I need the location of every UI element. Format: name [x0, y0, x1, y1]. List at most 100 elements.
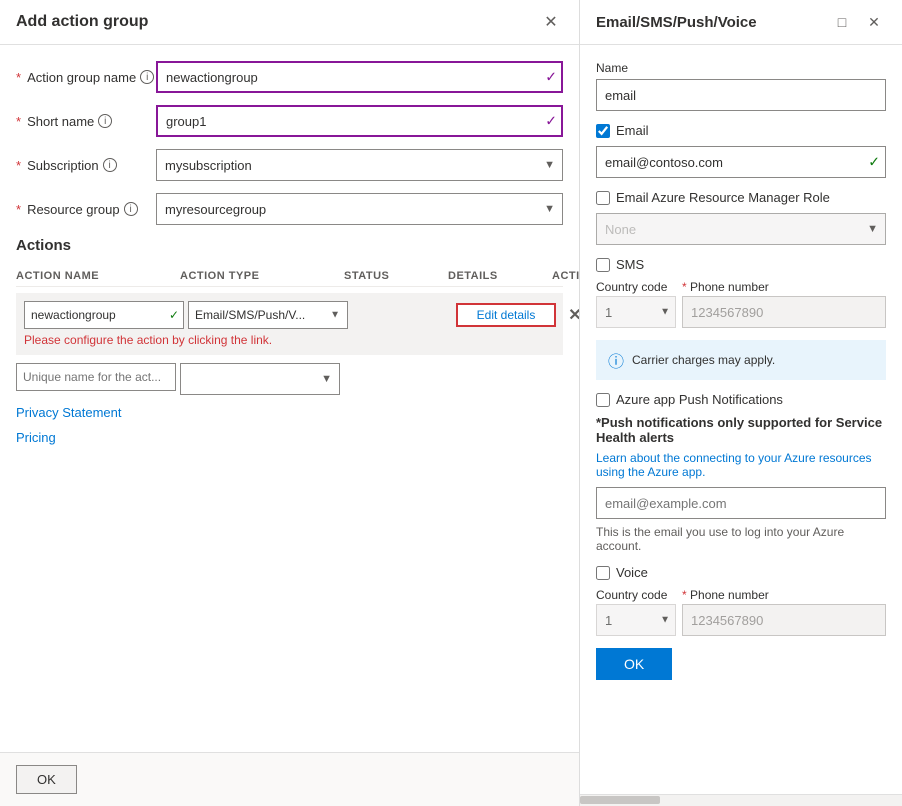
action-group-name-check-icon: ✓	[545, 69, 557, 86]
resource-group-label: * Resource group i	[16, 202, 156, 217]
email-azure-role-select[interactable]: None	[596, 213, 886, 245]
push-note-small: This is the email you use to log into yo…	[596, 525, 886, 553]
action-group-name-info-icon[interactable]: i	[140, 70, 154, 84]
right-ok-button[interactable]: OK	[596, 648, 672, 680]
email-azure-role-checkbox-row: Email Azure Resource Manager Role	[596, 190, 886, 205]
short-name-input-wrapper: ✓	[156, 105, 563, 137]
col-details: DETAILS	[448, 270, 548, 282]
left-panel-bottom-bar: OK	[0, 752, 579, 806]
action-type-field: Email/SMS/Push/V... ▼	[188, 301, 348, 329]
action-name-check-icon: ✓	[169, 308, 179, 322]
sms-phone-input[interactable]	[682, 296, 886, 328]
voice-checkbox-label: Voice	[616, 565, 648, 580]
push-checkbox-label: Azure app Push Notifications	[616, 392, 783, 407]
action-group-name-label: * Action group name i	[16, 70, 156, 85]
voice-checkbox[interactable]	[596, 566, 610, 580]
action-row-1: ✓ Email/SMS/Push/V... ▼ Edit details ✕	[24, 301, 555, 329]
col-action-name: ACTION NAME	[16, 270, 176, 282]
email-input-wrapper: ✓	[596, 146, 886, 178]
voice-country-code-select[interactable]: 1	[596, 604, 676, 636]
voice-country-code-label: Country code	[596, 588, 676, 602]
sms-phone-label-row: Country code Phone number	[596, 280, 886, 294]
email-sms-push-voice-panel: Email/SMS/Push/Voice □ ✕ Name Email ✓	[580, 0, 902, 806]
voice-phone-input[interactable]	[682, 604, 886, 636]
subscription-label: * Subscription i	[16, 158, 156, 173]
required-star-4: *	[16, 202, 21, 217]
name-input[interactable]	[596, 79, 886, 111]
resource-group-info-icon[interactable]: i	[124, 202, 138, 216]
subscription-select-wrapper: mysubscription ▼	[156, 149, 563, 181]
push-note-text: *Push notifications only supported for S…	[596, 415, 886, 445]
right-panel-title: Email/SMS/Push/Voice	[596, 14, 757, 31]
left-panel-header: Add action group ✕	[0, 0, 579, 45]
email-input[interactable]	[596, 146, 886, 178]
push-email-input[interactable]	[596, 487, 886, 519]
new-action-type-select[interactable]	[180, 363, 340, 395]
sms-country-code-wrapper: 1 ▼	[596, 296, 676, 328]
col-actions: ACTIONS	[552, 270, 579, 282]
sms-checkbox-row: SMS	[596, 257, 886, 272]
action-group-name-group: * Action group name i ✓	[16, 61, 563, 93]
sms-checkbox[interactable]	[596, 258, 610, 272]
scrollbar-thumb	[580, 796, 660, 804]
left-ok-button[interactable]: OK	[16, 765, 77, 794]
action-group-name-input[interactable]	[156, 61, 563, 93]
email-check-icon: ✓	[868, 154, 880, 171]
carrier-info-icon: ⓘ	[608, 348, 624, 372]
left-panel-title: Add action group	[16, 13, 148, 31]
email-checkbox[interactable]	[596, 124, 610, 138]
add-action-group-panel: Add action group ✕ * Action group name i…	[0, 0, 580, 806]
right-panel-header: Email/SMS/Push/Voice □ ✕	[580, 0, 902, 45]
resource-group-select-wrapper: myresourcegroup ▼	[156, 193, 563, 225]
new-action-name-input[interactable]	[16, 363, 176, 391]
voice-phone-label-row: Country code Phone number	[596, 588, 886, 602]
voice-checkbox-row: Voice	[596, 565, 886, 580]
sms-country-code-select[interactable]: 1	[596, 296, 676, 328]
push-checkbox[interactable]	[596, 393, 610, 407]
right-panel-icon-group: □ ✕	[830, 10, 886, 34]
bottom-scrollbar[interactable]	[580, 794, 902, 806]
action-name-input[interactable]	[24, 301, 184, 329]
voice-phone-number-label: Phone number	[682, 588, 886, 602]
push-note-bold: *Push notifications only supported for S…	[596, 415, 882, 445]
voice-country-code-wrapper: 1 ▼	[596, 604, 676, 636]
table-row: ✓ Email/SMS/Push/V... ▼ Edit details ✕ P…	[16, 293, 563, 355]
short-name-input[interactable]	[156, 105, 563, 137]
subscription-select[interactable]: mysubscription	[156, 149, 563, 181]
pricing-link[interactable]: Pricing	[16, 430, 563, 445]
carrier-notice-banner: ⓘ Carrier charges may apply.	[596, 340, 886, 380]
privacy-statement-link[interactable]: Privacy Statement	[16, 405, 563, 420]
email-azure-role-checkbox[interactable]	[596, 191, 610, 205]
resource-group-group: * Resource group i myresourcegroup ▼	[16, 193, 563, 225]
carrier-notice-text: Carrier charges may apply.	[632, 353, 775, 367]
resource-group-select[interactable]: myresourcegroup	[156, 193, 563, 225]
short-name-check-icon: ✓	[545, 113, 557, 130]
required-star-2: *	[16, 114, 21, 129]
sms-country-code-label: Country code	[596, 280, 676, 294]
sms-phone-number-label: Phone number	[682, 280, 886, 294]
action-error-text: Please configure the action by clicking …	[24, 333, 555, 347]
action-group-name-input-wrapper: ✓	[156, 61, 563, 93]
edit-details-button[interactable]: Edit details	[456, 303, 556, 327]
short-name-info-icon[interactable]: i	[98, 114, 112, 128]
email-checkbox-row: Email	[596, 123, 886, 138]
delete-action-button[interactable]: ✕	[560, 305, 579, 325]
azure-app-link[interactable]: Learn about the connecting to your Azure…	[596, 451, 886, 479]
email-checkbox-label: Email	[616, 123, 649, 138]
short-name-label: * Short name i	[16, 114, 156, 129]
right-panel-close-button[interactable]: ✕	[862, 10, 886, 34]
right-panel-body: Name Email ✓ Email Azure Resource Manage…	[580, 45, 902, 794]
required-star-3: *	[16, 158, 21, 173]
email-azure-role-select-wrapper: None ▼	[596, 213, 886, 245]
new-action-type-wrapper: ▼	[180, 363, 340, 395]
action-name-field: ✓	[24, 301, 184, 329]
required-star: *	[16, 70, 21, 85]
sms-phone-row: 1 ▼	[596, 296, 886, 328]
action-type-select[interactable]: Email/SMS/Push/V...	[188, 301, 348, 329]
voice-phone-row: 1 ▼	[596, 604, 886, 636]
actions-table-header: ACTION NAME ACTION TYPE STATUS DETAILS A…	[16, 266, 563, 287]
subscription-group: * Subscription i mysubscription ▼	[16, 149, 563, 181]
subscription-info-icon[interactable]: i	[103, 158, 117, 172]
maximize-button[interactable]: □	[830, 10, 854, 34]
left-panel-close-button[interactable]: ✕	[539, 10, 563, 34]
